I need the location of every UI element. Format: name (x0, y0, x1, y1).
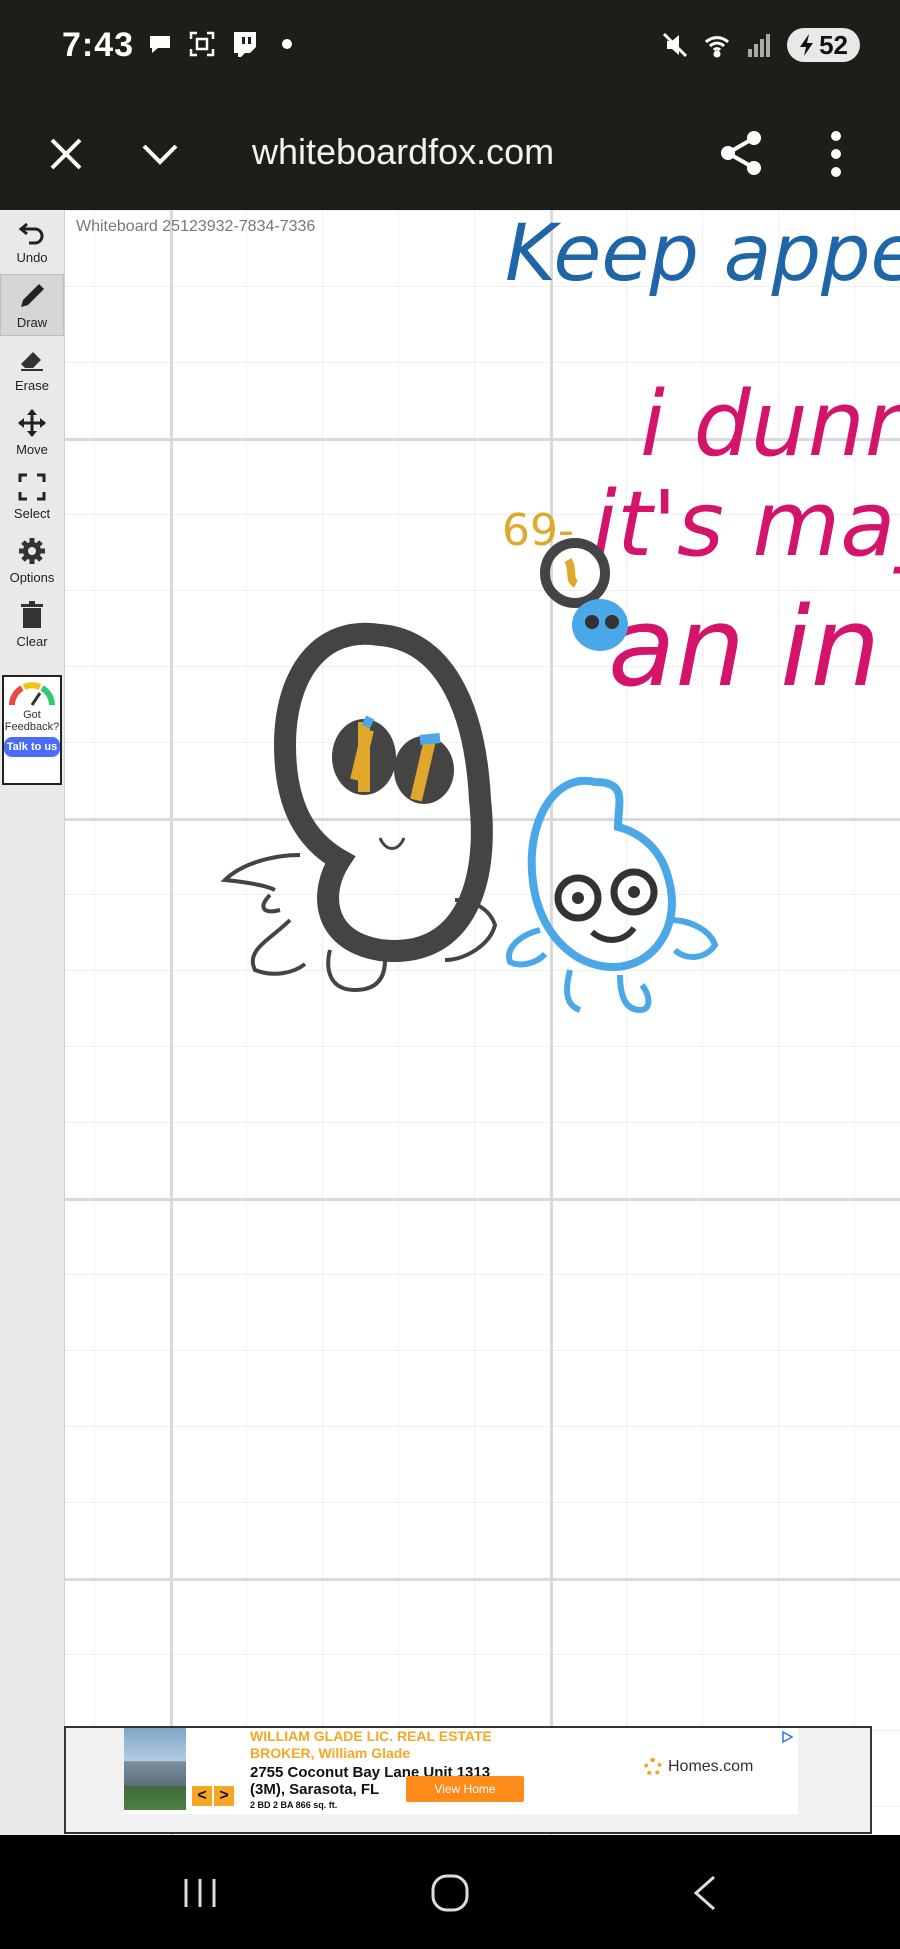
draw-button[interactable]: Draw (0, 274, 64, 336)
browser-bar: whiteboardfox.com (0, 100, 900, 210)
battery-level: 52 (819, 29, 848, 60)
mute-icon (663, 32, 688, 58)
homes-logo-icon (644, 1758, 662, 1776)
wifi-icon (705, 36, 730, 58)
undo-label: Undo (16, 250, 48, 265)
ad-next-button[interactable]: > (214, 1786, 234, 1806)
handwriting-line2: i dunn (640, 372, 900, 477)
select-button[interactable]: Select (0, 466, 64, 528)
move-button[interactable]: Move (0, 402, 64, 464)
back-icon[interactable] (690, 1873, 720, 1913)
chat-bubble-icon (150, 36, 170, 53)
chevron-down-icon[interactable] (138, 132, 182, 176)
ad-brand[interactable]: Homes.com (644, 1758, 753, 1776)
clear-button[interactable]: Clear (0, 594, 64, 656)
erase-button[interactable]: Erase (0, 338, 64, 400)
ad-content[interactable]: WILLIAM GLADE LIC. REAL ESTATE BROKER, W… (124, 1728, 798, 1814)
ad-prev-button[interactable]: < (192, 1786, 212, 1806)
feedback-text: Got Feedback? (4, 709, 60, 733)
undo-button[interactable]: Undo (0, 210, 64, 272)
undo-icon (18, 222, 44, 245)
select-icon (18, 473, 46, 501)
home-icon[interactable] (430, 1873, 470, 1913)
status-icons-left (146, 30, 292, 58)
feedback-gauge-icon (9, 682, 55, 706)
close-icon[interactable] (44, 132, 88, 176)
dot-icon (282, 39, 292, 49)
clear-label: Clear (16, 634, 48, 649)
eraser-icon (21, 352, 43, 371)
whiteboard-canvas[interactable]: Whiteboard 25123932-7834-7336 Keep appe … (0, 210, 900, 1835)
ad-banner[interactable]: WILLIAM GLADE LIC. REAL ESTATE BROKER, W… (64, 1726, 872, 1834)
gear-icon (19, 538, 45, 564)
screenshot-icon (189, 31, 215, 57)
signal-icon (748, 34, 771, 57)
nine-character-drawing (220, 622, 498, 993)
share-icon[interactable] (716, 128, 766, 178)
system-nav-bar (0, 1835, 900, 1949)
move-label: Move (16, 442, 48, 457)
status-bar: 7:43 52 (0, 0, 900, 100)
ad-headline[interactable]: WILLIAM GLADE LIC. REAL ESTATE BROKER, W… (250, 1728, 510, 1762)
twitch-icon (234, 32, 256, 57)
status-icons-right: 52 (661, 28, 860, 62)
pencil-icon (21, 284, 44, 307)
status-time: 7:43 (62, 26, 135, 64)
draw-label: Draw (16, 315, 48, 330)
feedback-widget[interactable]: Got Feedback? Talk to us (2, 675, 62, 785)
handwriting-line3: it's may (592, 472, 900, 577)
handwriting-line4: an in (608, 583, 880, 711)
blue-character-drawing (506, 776, 719, 1014)
trash-icon (21, 601, 43, 628)
move-icon (18, 409, 46, 437)
recent-apps-icon[interactable] (182, 1875, 218, 1911)
battery-icon: 52 (787, 28, 860, 62)
options-button[interactable]: Options (0, 530, 64, 592)
ad-carousel-controls: < > (192, 1786, 234, 1806)
select-label: Select (13, 506, 51, 521)
ad-house-photo[interactable] (124, 1728, 186, 1810)
more-icon[interactable] (818, 128, 854, 180)
view-home-button[interactable]: View Home (406, 1776, 524, 1802)
erase-label: Erase (15, 378, 49, 393)
talk-to-us-button[interactable]: Talk to us (4, 737, 60, 757)
ad-brand-name: Homes.com (668, 1758, 754, 1775)
tool-sidebar: Undo Draw Erase Move Select Options Clea… (0, 210, 65, 1835)
options-label: Options (9, 570, 55, 585)
ad-details: 2 BD 2 BA 866 sq. ft. (250, 1800, 338, 1810)
drawing-layer: Keep appe i dunn it's may an in 69- (220, 210, 900, 1014)
ad-choices-icon[interactable] (780, 1730, 794, 1744)
url-field[interactable]: whiteboardfox.com (252, 122, 632, 182)
handwriting-line1: Keep appe (505, 210, 900, 299)
bolt-icon (800, 34, 814, 56)
